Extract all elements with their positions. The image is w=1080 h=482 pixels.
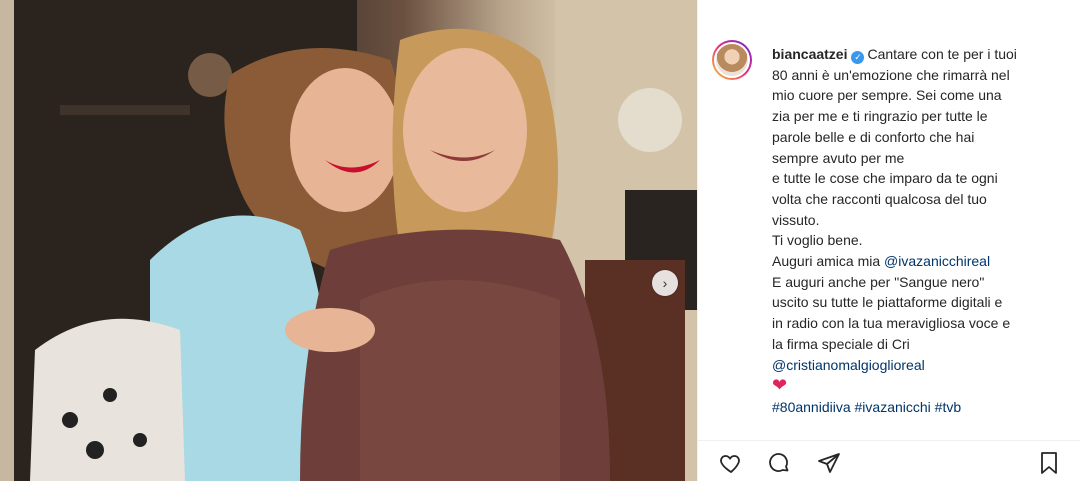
caption-line: 80 anni è un'emozione che rimarrà nel [772,66,1010,83]
caption-line: volta che racconti qualcosa del tuo [772,190,987,207]
comment-icon [769,453,789,472]
save-button[interactable] [1036,451,1070,481]
avatar-image [714,42,750,78]
post-caption: biancaatzei ✓ Cantare con te per i tuoi 80… [772,44,1068,418]
caption-line: sempre avuto per me [772,149,905,166]
caption-line: Ti voglio bene. [772,232,863,249]
mention-link[interactable]: @ivazanicchireal [884,253,990,269]
hashtag-link[interactable]: #ivazanicchi [855,399,931,415]
post-photo[interactable]: › [0,0,697,481]
verified-badge-icon: ✓ [851,51,865,64]
paper-plane-icon [818,453,840,473]
bookmark-icon [1041,452,1057,474]
heart-outline-icon [720,455,740,474]
mention-link[interactable]: @cristianomalgioglioreal [772,357,925,373]
post-sidebar: biancaatzei ✓ Cantare con te per i tuoi 80… [697,0,1080,481]
caption-line: in radio con la tua meravigliosa voce e [772,315,1011,332]
share-button[interactable] [816,451,850,481]
avatar[interactable] [712,40,752,80]
caption-line: e tutte le cose che imparo da te ogni [772,170,998,187]
caption-line: zia per me e ti ringrazio per tutte le [772,108,988,125]
caption-line: uscito su tutte le piattaforme digitali … [772,294,1003,311]
caption-line: la firma speciale di Cri [772,335,910,352]
chevron-right-icon: › [662,275,668,291]
like-button[interactable] [718,451,752,481]
caption-line: Auguri amica mia [772,253,881,270]
comment-button[interactable] [766,451,800,481]
username-link[interactable]: biancaatzei [772,46,847,62]
caption-line: parole belle e di conforto che hai [772,128,975,145]
next-photo-button[interactable]: › [652,270,678,296]
red-heart-emoji: ❤ [772,375,788,396]
caption-line: Cantare con te per i tuoi [867,46,1017,62]
caption-line: mio cuore per sempre. Sei come una [772,87,1002,104]
post-actions-bar [698,440,1080,482]
hashtag-link[interactable]: #tvb [935,399,961,415]
instagram-post: › biancaatzei ✓ Cantare con te per i tuoi … [0,0,1080,481]
caption-line: vissuto. [772,211,820,228]
photo-illustration [0,0,697,481]
caption-line: E auguri anche per "Sangue nero" [772,273,985,290]
hashtag-link[interactable]: #80annidiiva [772,399,851,415]
